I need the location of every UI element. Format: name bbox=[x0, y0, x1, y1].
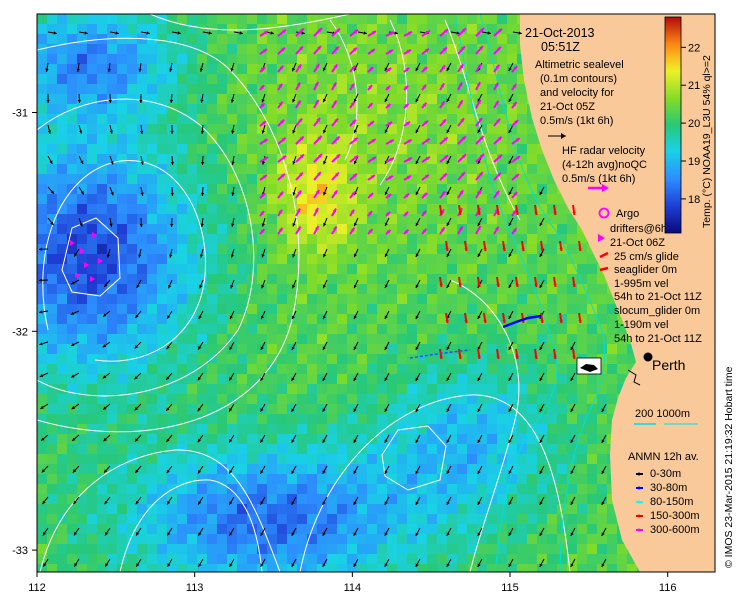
hf-line-2: (4-12h avg)noQC bbox=[562, 159, 647, 171]
x-tick-label: 116 bbox=[659, 582, 677, 594]
drifters-line-2: 21-Oct 06Z bbox=[610, 237, 665, 249]
anmn-label: 0-30m bbox=[650, 468, 681, 480]
argo-label: Argo bbox=[616, 208, 639, 220]
date-label: 21-Oct-2013 bbox=[525, 26, 595, 40]
slocum-line-1: slocum_glider 0m bbox=[614, 305, 700, 317]
seaglider-line-3: 54h to 21-Oct 11Z bbox=[614, 291, 702, 303]
anmn-label: 80-150m bbox=[650, 496, 693, 508]
x-tick-label: 115 bbox=[501, 582, 519, 594]
slocum-line-2: 1-190m vel bbox=[614, 319, 668, 331]
altimetry-line-4: 21-Oct 05Z bbox=[540, 101, 595, 113]
hf-line-3: 0.5m/s (1kt 6h) bbox=[562, 173, 635, 185]
isobath-label: 200 1000m bbox=[635, 408, 690, 420]
glide-label: 25 cm/s glide bbox=[614, 251, 679, 263]
slocum-line-3: 54h to 21-Oct 11Z bbox=[614, 333, 702, 345]
seaglider-line-2: 1-995m vel bbox=[614, 278, 668, 290]
y-tick-label: -31 bbox=[12, 107, 28, 119]
y-axis: -31 -32 -33 bbox=[12, 107, 37, 557]
anmn-label: 300-600m bbox=[650, 524, 700, 536]
x-tick-label: 114 bbox=[344, 582, 362, 594]
colorbar-tick-label: 19 bbox=[688, 156, 700, 168]
time-label: 05:51Z bbox=[541, 40, 580, 54]
colorbar-gradient bbox=[664, 16, 682, 234]
altimetry-line-3: and velocity for bbox=[540, 87, 614, 99]
altimetry-line-5: 0.5m/s (1kt 6h) bbox=[540, 115, 613, 127]
altimetry-line-2: (0.1m contours) bbox=[540, 73, 617, 85]
hf-line-1: HF radar velocity bbox=[562, 145, 646, 157]
colorbar-tick-label: 18 bbox=[688, 194, 700, 206]
colorbar-tick-label: 20 bbox=[688, 118, 700, 130]
x-tick-label: 113 bbox=[186, 582, 204, 594]
credit-text: © IMOS 23-Mar-2015 21:19:32 Hobart time bbox=[723, 366, 735, 568]
y-tick-label: -33 bbox=[12, 545, 28, 557]
anmn-title: ANMN 12h av. bbox=[628, 451, 699, 463]
colorbar-tick-label: 22 bbox=[688, 42, 700, 54]
rottnest-island bbox=[576, 357, 602, 375]
place-label: Perth bbox=[652, 357, 685, 373]
y-tick-label: -32 bbox=[12, 326, 28, 338]
altimetry-line-1: Altimetric sealevel bbox=[535, 59, 624, 71]
anmn-label: 150-300m bbox=[650, 510, 700, 522]
colorbar-title: Temp. (°C) NOAA19_L3U 54% ql>=2 bbox=[701, 55, 713, 228]
anmn-label: 30-80m bbox=[650, 482, 687, 494]
colorbar-tick-label: 21 bbox=[688, 80, 700, 92]
x-tick-label: 112 bbox=[28, 582, 46, 594]
seaglider-line-1: seaglider 0m bbox=[614, 264, 677, 276]
x-axis: 112 113 114 115 116 bbox=[28, 572, 676, 594]
ocean-map: Perth 21-Oct-2013 05:51Z Altimetric seal… bbox=[12, 13, 735, 594]
